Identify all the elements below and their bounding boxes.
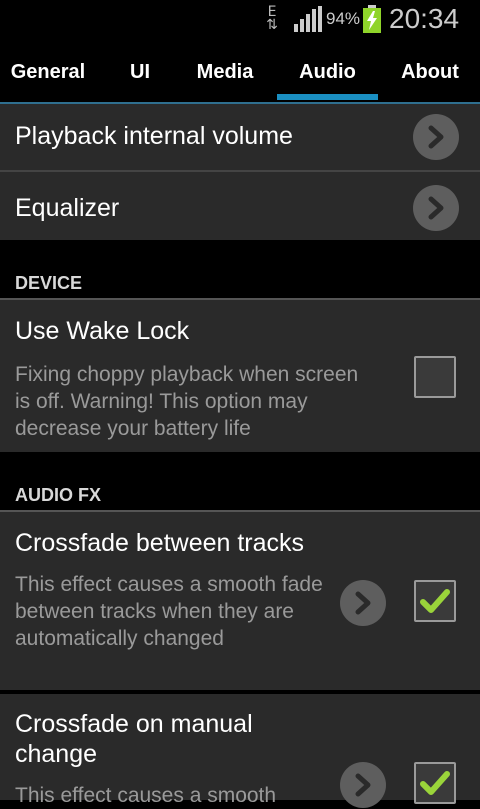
chevron-right-icon[interactable] bbox=[413, 114, 459, 160]
section-header-audio-fx: AUDIO FX bbox=[15, 485, 102, 505]
status-bar: E ⇅ 94% 20:34 bbox=[0, 0, 480, 38]
network-type: E bbox=[267, 4, 277, 20]
signal-icon bbox=[294, 6, 322, 32]
playback-volume-row[interactable]: Playback internal volume bbox=[0, 104, 480, 170]
crossfade-tracks-row[interactable]: Crossfade between tracks This effect cau… bbox=[0, 512, 480, 690]
tab-ui[interactable]: UI bbox=[96, 38, 184, 102]
playback-volume-title: Playback internal volume bbox=[15, 122, 293, 150]
tab-general[interactable]: General bbox=[0, 38, 96, 102]
tab-media[interactable]: Media bbox=[180, 38, 270, 102]
crossfade-manual-checkbox[interactable] bbox=[414, 762, 456, 804]
selected-tab-indicator bbox=[277, 94, 378, 100]
crossfade-tracks-summary: This effect causes a smooth fade between… bbox=[15, 573, 323, 650]
crossfade-tracks-title: Crossfade between tracks bbox=[15, 529, 305, 557]
checkmark-icon bbox=[420, 589, 450, 613]
checkmark-icon bbox=[420, 771, 450, 795]
clock: 20:34 bbox=[389, 3, 460, 34]
wake-lock-title: Use Wake Lock bbox=[15, 317, 190, 345]
battery-percent: 94% bbox=[326, 9, 361, 28]
equalizer-row[interactable]: Equalizer bbox=[0, 172, 480, 240]
section-header-device: DEVICE bbox=[15, 273, 83, 293]
crossfade-tracks-checkbox[interactable] bbox=[414, 580, 456, 622]
wake-lock-summary: Fixing choppy playback when screen is of… bbox=[15, 363, 359, 440]
data-arrows-icon: E ⇅ bbox=[266, 4, 278, 33]
crossfade-manual-summary: This effect causes a smooth bbox=[15, 784, 277, 807]
wake-lock-row[interactable]: Use Wake Lock Fixing choppy playback whe… bbox=[0, 300, 480, 452]
crossfade-manual-row[interactable]: Crossfade on manual change This effect c… bbox=[0, 694, 480, 808]
chevron-right-icon[interactable] bbox=[340, 580, 386, 626]
wake-lock-checkbox[interactable] bbox=[414, 356, 456, 398]
equalizer-title: Equalizer bbox=[15, 194, 120, 222]
chevron-right-icon[interactable] bbox=[413, 185, 459, 231]
tab-bar: General UI Media Audio About bbox=[0, 38, 480, 104]
crossfade-manual-title: Crossfade on manual change bbox=[15, 710, 253, 768]
tab-audio[interactable]: Audio bbox=[277, 38, 378, 102]
tab-about[interactable]: About bbox=[380, 38, 480, 102]
battery-charging-icon bbox=[363, 5, 381, 33]
chevron-right-icon[interactable] bbox=[340, 762, 386, 808]
